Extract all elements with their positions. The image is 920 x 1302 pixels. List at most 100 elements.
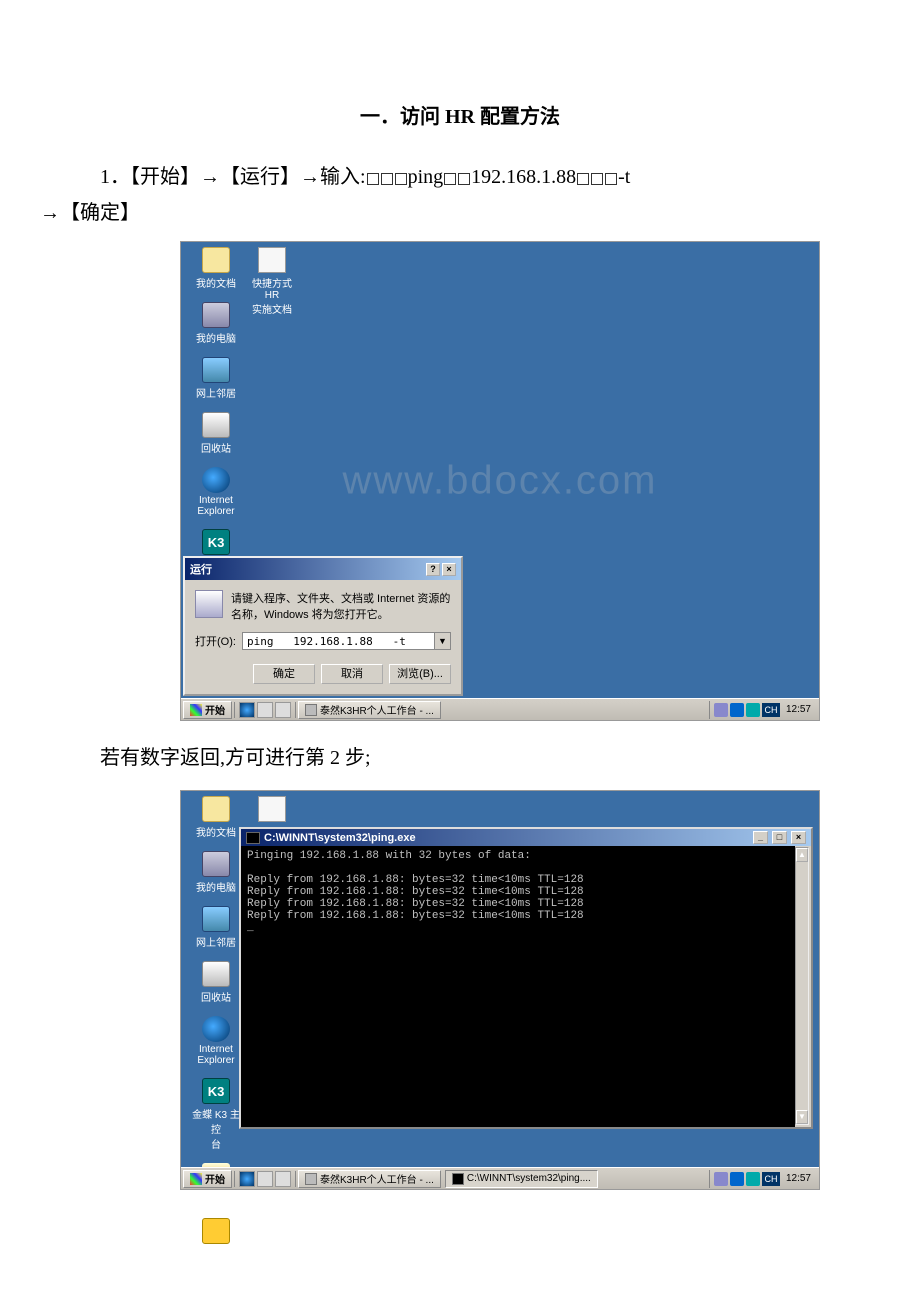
placeholder-box xyxy=(591,173,603,185)
run-input[interactable] xyxy=(243,633,434,649)
dropdown-button[interactable]: ▼ xyxy=(434,633,450,649)
icon-label: 快捷方式 HR 实施文档 xyxy=(245,275,299,316)
browse-button[interactable]: 浏览(B)... xyxy=(389,664,451,684)
placeholder-box xyxy=(367,173,379,185)
clock: 12:57 xyxy=(782,704,815,715)
computer-icon xyxy=(202,851,230,877)
icon-my-computer[interactable]: 我的电脑 xyxy=(191,302,241,345)
placeholder-box xyxy=(605,173,617,185)
note-text: 若有数字返回,方可进行第 2 步; xyxy=(100,741,880,770)
open-label: 打开(O): xyxy=(195,633,236,649)
step1-flag: -t xyxy=(618,166,630,188)
screenshot-1-desktop: www.bdocx.com 我的文档 我的电脑 网上邻居 回收站 Interne… xyxy=(180,241,820,721)
language-indicator[interactable]: CH xyxy=(762,1172,780,1186)
start-label: 开始 xyxy=(205,702,225,717)
cmd-window: C:\WINNT\system32\ping.exe _ □ × Pinging… xyxy=(239,827,813,1129)
tray-icon[interactable] xyxy=(714,1172,728,1186)
network-icon xyxy=(202,357,230,383)
placeholder-box xyxy=(444,173,456,185)
run-dialog: 运行 ? × 请键入程序、文件夹、文档或 Internet 资源的名称，Wind… xyxy=(183,556,463,696)
icon-recycle-bin[interactable]: 回收站 xyxy=(191,961,241,1004)
quick-launch-item[interactable] xyxy=(275,702,291,718)
run-icon xyxy=(195,590,223,618)
ms-icon xyxy=(202,1218,230,1244)
ie-icon xyxy=(202,467,230,493)
language-indicator[interactable]: CH xyxy=(762,703,780,717)
doc-title: 一．访问 HR 配置方法 xyxy=(40,100,880,129)
icon-ie[interactable]: Internet Explorer xyxy=(191,467,241,517)
icon-network[interactable]: 网上邻居 xyxy=(191,357,241,400)
placeholder-box xyxy=(458,173,470,185)
minimize-button[interactable]: _ xyxy=(753,831,768,844)
scrollbar[interactable]: ▲ ▼ xyxy=(795,847,809,1125)
icon-label: Microsoft xyxy=(191,1246,241,1257)
close-button[interactable]: × xyxy=(442,563,456,576)
icon-k3[interactable]: K3金蝶 K3 主控 台 xyxy=(191,1078,241,1151)
run-dialog-titlebar[interactable]: 运行 ? × xyxy=(185,558,461,580)
quick-launch-desktop[interactable] xyxy=(257,702,273,718)
tray-icon[interactable] xyxy=(714,703,728,717)
step1-pre: 1．【开始】→【运行】→输入: xyxy=(100,166,366,188)
quick-launch-desktop[interactable] xyxy=(257,1171,273,1187)
start-button[interactable]: 开始 xyxy=(183,1170,232,1188)
step1-post: →【确定】 xyxy=(40,195,880,231)
scroll-down-button[interactable]: ▼ xyxy=(796,1110,808,1124)
system-tray: CH 12:57 xyxy=(709,701,819,719)
folder-icon xyxy=(202,796,230,822)
tray-icon[interactable] xyxy=(746,703,760,717)
run-input-combo[interactable]: ▼ xyxy=(242,632,451,650)
cmd-icon xyxy=(452,1173,464,1185)
k3-icon: K3 xyxy=(202,529,230,555)
taskbar-button-label: 泰然K3HR个人工作台 - ... xyxy=(320,702,434,717)
icon-label: Internet Explorer xyxy=(191,1044,241,1066)
screenshot-2-desktop: 我的文档 我的电脑 网上邻居 回收站 Internet Explorer K3金… xyxy=(180,790,820,1190)
cmd-title: C:\WINNT\system32\ping.exe xyxy=(264,832,416,844)
windows-flag-icon xyxy=(190,1173,202,1185)
icon-label: 网上邻居 xyxy=(191,385,241,400)
icon-label: 我的电脑 xyxy=(191,330,241,345)
shortcut-icon xyxy=(258,796,286,822)
icon-recycle-bin[interactable]: 回收站 xyxy=(191,412,241,455)
icon-ie[interactable]: Internet Explorer xyxy=(191,1016,241,1066)
app-icon xyxy=(305,1173,317,1185)
scroll-up-button[interactable]: ▲ xyxy=(796,848,808,862)
icon-shortcut-hr[interactable]: 快捷方式 HR 实施文档 xyxy=(245,247,299,316)
quick-launch xyxy=(234,702,296,718)
taskbar: 开始 泰然K3HR个人工作台 - ... C:\WINNT\system32\p… xyxy=(181,1167,819,1189)
cancel-button[interactable]: 取消 xyxy=(321,664,383,684)
maximize-button[interactable]: □ xyxy=(772,831,787,844)
quick-launch xyxy=(234,1171,296,1187)
icon-label: 网上邻居 xyxy=(191,934,241,949)
icon-label: 我的文档 xyxy=(191,824,241,839)
icon-label: 账套管理 xyxy=(191,1191,241,1206)
start-button[interactable]: 开始 xyxy=(183,701,232,719)
icon-my-computer[interactable]: 我的电脑 xyxy=(191,851,241,894)
step1-cmd: ping xyxy=(408,166,444,188)
help-button[interactable]: ? xyxy=(426,563,440,576)
icon-k3[interactable]: K3 xyxy=(191,529,241,555)
taskbar-button-ping[interactable]: C:\WINNT\system32\ping.... xyxy=(445,1170,598,1188)
icon-network[interactable]: 网上邻居 xyxy=(191,906,241,949)
icon-microsoft[interactable]: Microsoft xyxy=(191,1218,241,1257)
icon-label: Internet Explorer xyxy=(191,495,241,517)
cmd-titlebar[interactable]: C:\WINNT\system32\ping.exe _ □ × xyxy=(241,829,811,846)
quick-launch-item[interactable] xyxy=(275,1171,291,1187)
quick-launch-ie[interactable] xyxy=(239,1171,255,1187)
step1-ip: 192.168.1.88 xyxy=(471,166,576,188)
tray-icon[interactable] xyxy=(730,1172,744,1186)
ok-button[interactable]: 确定 xyxy=(253,664,315,684)
icon-my-documents[interactable]: 我的文档 xyxy=(191,796,241,839)
placeholder-box xyxy=(395,173,407,185)
taskbar: 开始 泰然K3HR个人工作台 - ... CH 12:57 xyxy=(181,698,819,720)
taskbar-button-label: C:\WINNT\system32\ping.... xyxy=(467,1173,591,1184)
close-button[interactable]: × xyxy=(791,831,806,844)
taskbar-button-k3hr[interactable]: 泰然K3HR个人工作台 - ... xyxy=(298,701,441,719)
tray-icon[interactable] xyxy=(746,1172,760,1186)
quick-launch-ie[interactable] xyxy=(239,702,255,718)
taskbar-button-k3hr[interactable]: 泰然K3HR个人工作台 - ... xyxy=(298,1170,441,1188)
icon-my-documents[interactable]: 我的文档 xyxy=(191,247,241,290)
k3-icon: K3 xyxy=(202,1078,230,1104)
placeholder-box xyxy=(381,173,393,185)
run-dialog-title: 运行 xyxy=(190,561,212,577)
tray-icon[interactable] xyxy=(730,703,744,717)
